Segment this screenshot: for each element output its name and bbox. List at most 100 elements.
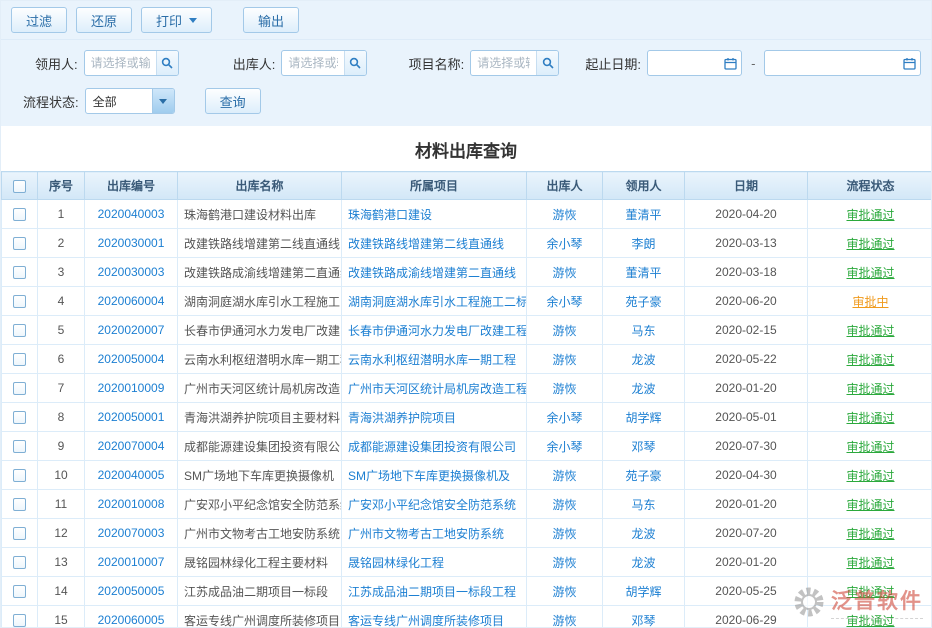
issuer-link[interactable]: 游恢 xyxy=(552,382,576,396)
row-checkbox[interactable] xyxy=(13,527,26,540)
issuer-link[interactable]: 余小琴 xyxy=(546,440,582,454)
row-checkbox[interactable] xyxy=(13,440,26,453)
issuer-picker[interactable] xyxy=(281,50,366,76)
status-link[interactable]: 审批通过 xyxy=(846,440,894,454)
calendar-icon[interactable] xyxy=(719,51,741,75)
outbound-code-link[interactable]: 2020040003 xyxy=(98,207,165,221)
status-link[interactable]: 审批通过 xyxy=(846,382,894,396)
project-link[interactable]: 长春市伊通河水力发电厂改建工程 xyxy=(348,324,527,338)
recipient-link[interactable]: 龙波 xyxy=(631,353,655,367)
project-link[interactable]: 湖南洞庭湖水库引水工程施工二标 xyxy=(348,295,527,309)
recipient-link[interactable]: 董清平 xyxy=(625,208,661,222)
row-checkbox[interactable] xyxy=(13,382,26,395)
recipient-link[interactable]: 龙波 xyxy=(631,527,655,541)
date-end-input[interactable] xyxy=(765,56,898,70)
issuer-link[interactable]: 游恢 xyxy=(552,469,576,483)
row-checkbox[interactable] xyxy=(13,353,26,366)
recipient-link[interactable]: 邓琴 xyxy=(631,614,655,628)
outbound-code-link[interactable]: 2020050005 xyxy=(98,584,165,598)
export-button[interactable]: 输出 xyxy=(243,7,299,33)
recipient-link[interactable]: 苑子豪 xyxy=(625,469,661,483)
date-start-input[interactable] xyxy=(648,56,719,70)
project-input[interactable] xyxy=(471,56,536,70)
project-link[interactable]: 客运专线广州调度所装修项目 xyxy=(348,614,504,628)
outbound-code-link[interactable]: 2020010008 xyxy=(98,497,165,511)
outbound-code-link[interactable]: 2020010007 xyxy=(98,555,165,569)
outbound-code-link[interactable]: 2020070004 xyxy=(98,439,165,453)
recipient-link[interactable]: 李朗 xyxy=(631,237,655,251)
row-checkbox[interactable] xyxy=(13,556,26,569)
status-link[interactable]: 审批通过 xyxy=(846,498,894,512)
row-checkbox[interactable] xyxy=(13,585,26,598)
issuer-link[interactable]: 游恢 xyxy=(552,498,576,512)
issuer-link[interactable]: 游恢 xyxy=(552,614,576,628)
filter-button[interactable]: 过滤 xyxy=(11,7,67,33)
row-checkbox[interactable] xyxy=(13,266,26,279)
outbound-code-link[interactable]: 2020050004 xyxy=(98,352,165,366)
issuer-link[interactable]: 游恢 xyxy=(552,208,576,222)
issuer-link[interactable]: 游恢 xyxy=(552,353,576,367)
row-checkbox[interactable] xyxy=(13,469,26,482)
status-link[interactable]: 审批通过 xyxy=(846,614,894,628)
status-link[interactable]: 审批通过 xyxy=(846,585,894,599)
query-button[interactable]: 查询 xyxy=(205,88,261,114)
recipient-picker[interactable] xyxy=(84,50,179,76)
row-checkbox[interactable] xyxy=(13,324,26,337)
project-link[interactable]: 珠海鹤港口建设 xyxy=(348,208,432,222)
outbound-code-link[interactable]: 2020030001 xyxy=(98,236,165,250)
outbound-code-link[interactable]: 2020060005 xyxy=(98,613,165,627)
project-link[interactable]: 改建铁路成渝线增建第二直通线 xyxy=(348,266,516,280)
row-checkbox[interactable] xyxy=(13,295,26,308)
date-end-field[interactable] xyxy=(764,50,921,76)
status-link[interactable]: 审批通过 xyxy=(846,527,894,541)
outbound-code-link[interactable]: 2020060004 xyxy=(98,294,165,308)
status-link[interactable]: 审批通过 xyxy=(846,324,894,338)
row-checkbox[interactable] xyxy=(13,411,26,424)
date-start-field[interactable] xyxy=(647,50,742,76)
status-link[interactable]: 审批通过 xyxy=(846,411,894,425)
recipient-input[interactable] xyxy=(85,56,156,70)
recipient-link[interactable]: 马东 xyxy=(631,324,655,338)
recipient-link[interactable]: 董清平 xyxy=(625,266,661,280)
recipient-link[interactable]: 苑子豪 xyxy=(625,295,661,309)
chevron-down-icon[interactable] xyxy=(152,89,174,113)
search-icon[interactable] xyxy=(156,51,178,75)
outbound-code-link[interactable]: 2020020007 xyxy=(98,323,165,337)
status-link[interactable]: 审批通过 xyxy=(846,237,894,251)
project-link[interactable]: 广州市文物考古工地安防系统 xyxy=(348,527,504,541)
status-select[interactable]: 全部 xyxy=(85,88,175,114)
status-link[interactable]: 审批中 xyxy=(852,295,888,309)
project-link[interactable]: 江苏成品油二期项目一标段工程 xyxy=(348,585,516,599)
recipient-link[interactable]: 胡学辉 xyxy=(625,585,661,599)
outbound-code-link[interactable]: 2020010009 xyxy=(98,381,165,395)
project-picker[interactable] xyxy=(470,50,559,76)
issuer-link[interactable]: 余小琴 xyxy=(546,295,582,309)
search-icon[interactable] xyxy=(536,51,558,75)
project-link[interactable]: SM广场地下车库更换摄像机及 xyxy=(348,469,510,483)
status-link[interactable]: 审批通过 xyxy=(846,556,894,570)
search-icon[interactable] xyxy=(344,51,366,75)
issuer-link[interactable]: 游恢 xyxy=(552,324,576,338)
outbound-code-link[interactable]: 2020030003 xyxy=(98,265,165,279)
row-checkbox[interactable] xyxy=(13,498,26,511)
row-checkbox[interactable] xyxy=(13,237,26,250)
issuer-link[interactable]: 游恢 xyxy=(552,527,576,541)
project-link[interactable]: 成都能源建设集团投资有限公司 xyxy=(348,440,516,454)
calendar-icon[interactable] xyxy=(898,51,920,75)
recipient-link[interactable]: 马东 xyxy=(631,498,655,512)
status-link[interactable]: 审批通过 xyxy=(846,208,894,222)
status-link[interactable]: 审批通过 xyxy=(846,353,894,367)
issuer-link[interactable]: 余小琴 xyxy=(546,411,582,425)
outbound-code-link[interactable]: 2020050001 xyxy=(98,410,165,424)
issuer-link[interactable]: 游恢 xyxy=(552,266,576,280)
outbound-code-link[interactable]: 2020040005 xyxy=(98,468,165,482)
print-button[interactable]: 打印 xyxy=(141,7,212,33)
issuer-link[interactable]: 余小琴 xyxy=(546,237,582,251)
project-link[interactable]: 青海洪湖养护院项目 xyxy=(348,411,456,425)
row-checkbox[interactable] xyxy=(13,614,26,627)
row-checkbox[interactable] xyxy=(13,208,26,221)
project-link[interactable]: 广州市天河区统计局机房改造工程 xyxy=(348,382,527,396)
project-link[interactable]: 云南水利枢纽潜明水库一期工程 xyxy=(348,353,516,367)
select-all-checkbox[interactable] xyxy=(13,180,26,193)
recipient-link[interactable]: 胡学辉 xyxy=(625,411,661,425)
